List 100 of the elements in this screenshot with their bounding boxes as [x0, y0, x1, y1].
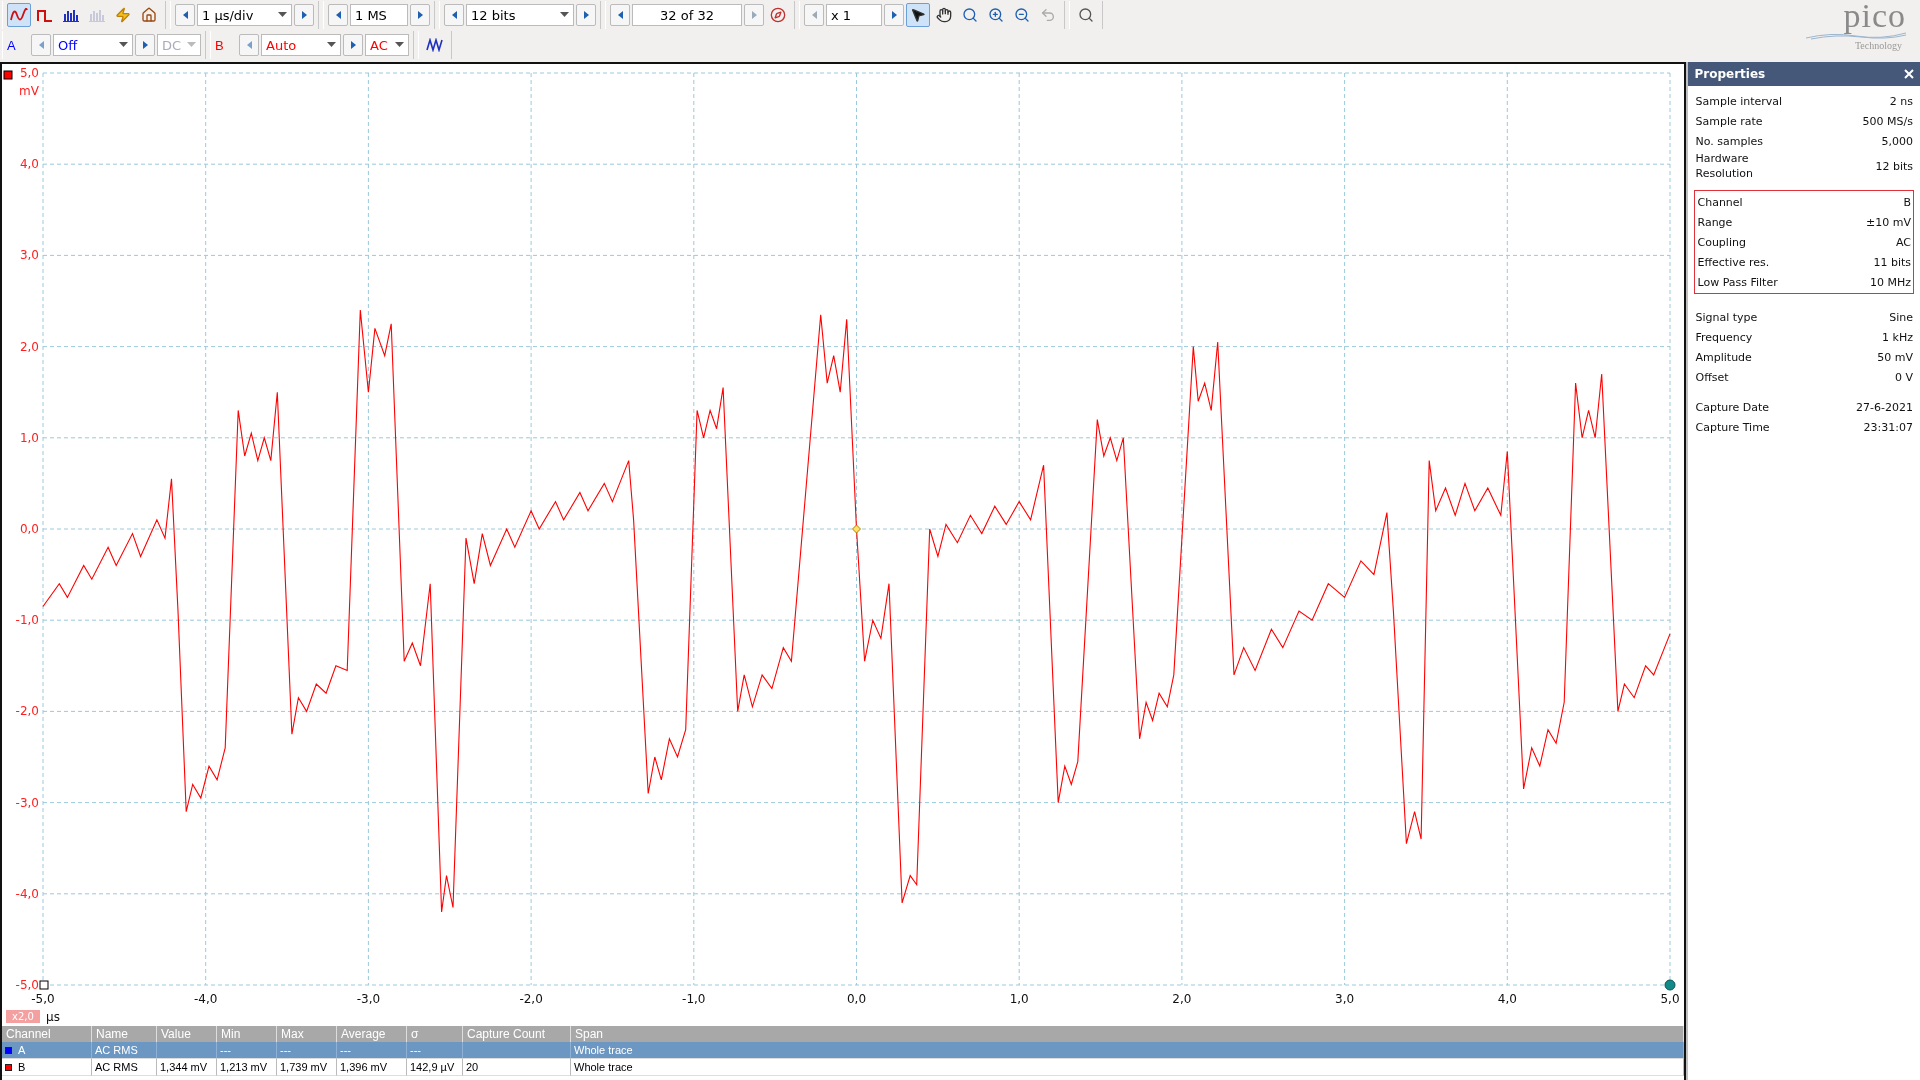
y-tick-label: 1,0	[19, 430, 39, 445]
undo-icon	[1040, 7, 1056, 23]
mode-button[interactable]	[7, 3, 31, 27]
column-header[interactable]: Value	[157, 1026, 217, 1042]
caret-icon	[278, 10, 287, 20]
property-label: Low Pass Filter	[1697, 274, 1779, 290]
property-value: Sine	[1889, 310, 1913, 324]
right-arrow-icon	[582, 10, 590, 20]
dropdown[interactable]: 1 µs/div	[197, 4, 292, 26]
table-cell: 1,739 mV	[277, 1059, 337, 1076]
close-button[interactable]	[1904, 69, 1914, 79]
table-cell: AC RMS	[92, 1059, 157, 1076]
column-header[interactable]: Min	[217, 1026, 277, 1042]
range-dropdown[interactable]: Off	[53, 34, 133, 56]
channel-button[interactable]: B	[215, 33, 237, 57]
x-tick-label: -2,0	[519, 992, 543, 1006]
column-header[interactable]: Average	[337, 1026, 407, 1042]
column-header[interactable]: Channel	[2, 1026, 92, 1042]
channel-indicator-icon	[3, 70, 13, 80]
channel-button[interactable]: A	[7, 33, 29, 57]
y-tick-label: 2,0	[19, 339, 39, 354]
previous-button[interactable]	[328, 4, 348, 26]
property-value: 50 mV	[1877, 350, 1913, 364]
property-value: 1 kHz	[1882, 330, 1913, 344]
previous-button[interactable]	[610, 4, 630, 26]
y-tick-label: -5,0	[15, 978, 39, 992]
column-header[interactable]: σ	[407, 1026, 463, 1042]
range-dropdown[interactable]: Auto	[261, 34, 341, 56]
next-button[interactable]	[135, 34, 155, 56]
column-header[interactable]: Max	[277, 1026, 337, 1042]
lightning-icon	[115, 7, 131, 23]
y-tick-label: -1,0	[15, 613, 39, 628]
next-button[interactable]	[410, 4, 430, 26]
table-cell: 1,396 mV	[337, 1059, 407, 1076]
dropdown[interactable]: 12 bits	[466, 4, 574, 26]
magnifier-icon	[1078, 7, 1094, 23]
property-value: AC	[1896, 235, 1911, 249]
close-icon	[1904, 69, 1914, 79]
zoom-out-icon	[1014, 7, 1030, 23]
previous-button[interactable]	[175, 4, 195, 26]
tool-button[interactable]	[906, 3, 930, 27]
coupling-dropdown[interactable]: AC	[365, 34, 409, 56]
right-arrow-icon	[349, 40, 357, 50]
caret-icon	[395, 40, 404, 50]
previous-button[interactable]	[444, 4, 464, 26]
column-header[interactable]: Capture Count	[463, 1026, 571, 1042]
left-arrow-icon	[810, 10, 818, 20]
next-button[interactable]	[343, 34, 363, 56]
property-value: B	[1903, 195, 1911, 209]
left-arrow-icon	[245, 40, 253, 50]
table-cell	[157, 1042, 217, 1059]
table-cell: Whole trace	[571, 1042, 1685, 1059]
right-arrow-icon	[141, 40, 149, 50]
left-arrow-icon	[37, 40, 45, 50]
left-arrow-icon	[334, 10, 342, 20]
table-cell: 1,213 mV	[217, 1059, 277, 1076]
column-header[interactable]: Span	[571, 1026, 1685, 1042]
left-arrow-icon	[450, 10, 458, 20]
zoom-in-icon	[988, 7, 1004, 23]
x-tick-label: -4,0	[194, 992, 218, 1006]
column-header[interactable]: Name	[92, 1026, 157, 1042]
channel-name: A	[18, 1044, 26, 1056]
trigger-marker-icon[interactable]	[852, 524, 861, 534]
next-button[interactable]	[294, 4, 314, 26]
pulse-icon	[37, 8, 53, 22]
table-cell: 1,344 mV	[157, 1059, 217, 1076]
ruler-handle-icon[interactable]	[39, 980, 49, 990]
x-tick-label: -5,0	[31, 992, 55, 1006]
right-arrow-icon	[416, 10, 424, 20]
property-value: 11 bits	[1873, 255, 1911, 269]
zoom-field[interactable]: x 1	[826, 4, 882, 26]
logo-subtitle: Technology	[1854, 40, 1902, 51]
zoom-badge: x2,0	[6, 1010, 40, 1023]
x-tick-label: 1,0	[1009, 992, 1029, 1006]
property-value: 27-6-2021	[1856, 400, 1913, 414]
x-tick-label: 2,0	[1172, 992, 1192, 1006]
panel-title: Properties	[1694, 67, 1766, 81]
buffer-field[interactable]: 32 of 32	[632, 4, 742, 26]
next-button[interactable]	[576, 4, 596, 26]
y-tick-label: 5,0	[19, 66, 39, 80]
y-tick-label: -3,0	[15, 795, 39, 810]
property-label: Offset	[1695, 369, 1730, 385]
y-tick-label: 3,0	[19, 248, 39, 263]
property-label: Effective res.	[1697, 254, 1771, 270]
bar-chart-icon	[89, 8, 105, 22]
x-tick-label: -3,0	[356, 992, 381, 1006]
y-tick-label: -4,0	[15, 886, 39, 901]
waveform-icon	[426, 38, 444, 52]
logo-wordmark: pico	[1843, 0, 1906, 32]
x-tick-label: 5,0	[1660, 992, 1680, 1006]
next-button[interactable]	[884, 4, 904, 26]
waveform-icon	[10, 8, 28, 22]
right-arrow-icon	[890, 10, 898, 20]
caret-icon	[187, 40, 196, 50]
table-cell: ---	[407, 1042, 463, 1059]
table-cell: ---	[217, 1042, 277, 1059]
table-cell: Whole trace	[571, 1059, 1685, 1076]
ruler-handle-icon[interactable]	[1664, 979, 1676, 991]
property-label: Amplitude	[1695, 349, 1753, 365]
value-field[interactable]: 1 MS	[350, 4, 408, 26]
